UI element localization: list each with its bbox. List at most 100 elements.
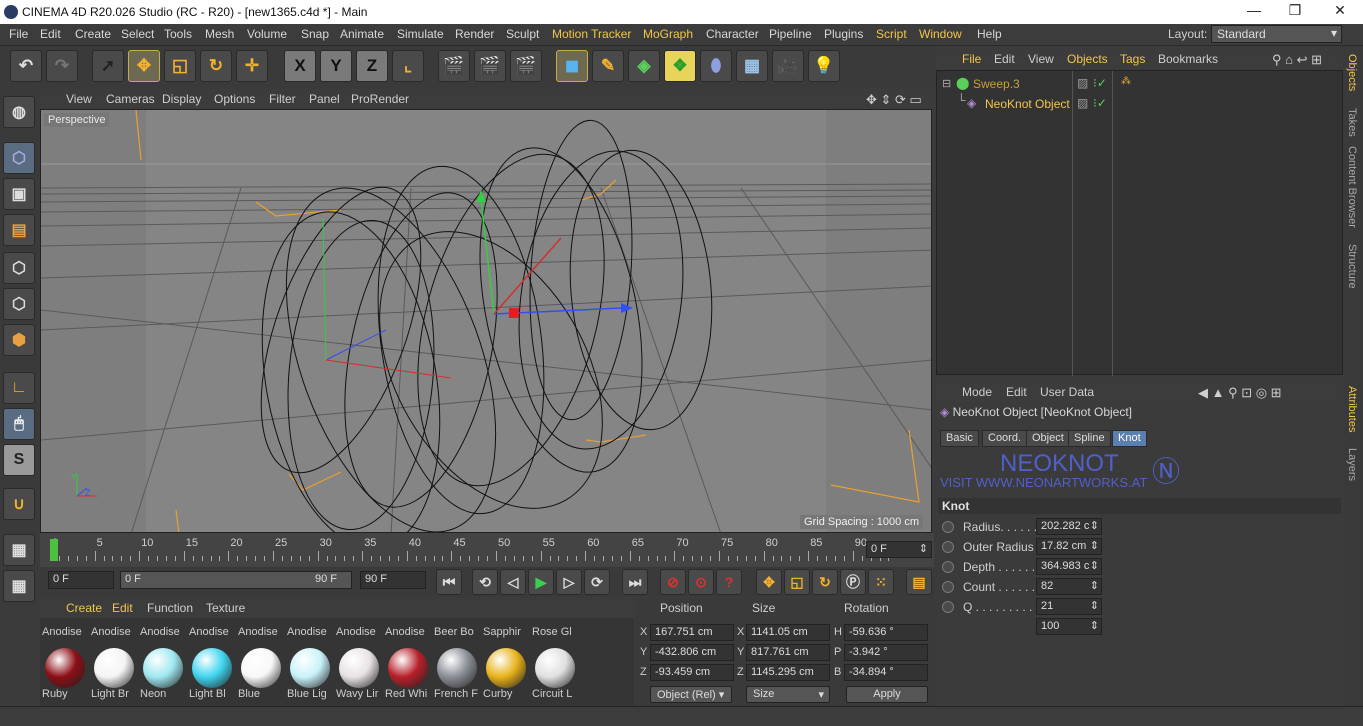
layout-select[interactable]: Standard ▾ xyxy=(1211,25,1342,43)
texture-mode-button[interactable]: ▣ xyxy=(3,178,35,210)
parameter-value-field[interactable]: 17.82 cm ⇕ xyxy=(1036,538,1102,555)
material-swatch[interactable]: Wavy Lir xyxy=(336,646,382,700)
material-swatch-top[interactable]: Rose Gl xyxy=(532,626,578,638)
material-swatch-top[interactable]: Anodise xyxy=(238,626,284,638)
menu-pipeline[interactable]: Pipeline xyxy=(769,27,812,41)
menu-plugins[interactable]: Plugins xyxy=(824,27,863,41)
z-axis-button[interactable]: Z xyxy=(356,50,388,82)
live-selection-button[interactable]: ➚ xyxy=(92,50,124,82)
workplane-lock-button[interactable]: ▦ xyxy=(3,534,35,566)
position-y-field[interactable]: -432.806 cm xyxy=(650,644,734,661)
menu-help[interactable]: Help xyxy=(977,27,1002,41)
y-axis-button[interactable]: Y xyxy=(320,50,352,82)
magnet-button[interactable]: ∪ xyxy=(3,488,35,520)
material-swatch-top[interactable]: Anodise xyxy=(91,626,137,638)
material-swatch[interactable]: Blue xyxy=(238,646,284,700)
timeline-playhead[interactable] xyxy=(50,539,58,561)
parameter-value-field[interactable]: 21 ⇕ xyxy=(1036,598,1102,615)
model-mode-button[interactable]: ⬡ xyxy=(3,142,35,174)
menu-mograph[interactable]: MoGraph xyxy=(643,27,693,41)
attr-menu-mode[interactable]: Mode xyxy=(962,385,992,399)
stepper-icon[interactable]: ⇕ xyxy=(1089,579,1099,592)
menu-simulate[interactable]: Simulate xyxy=(397,27,444,41)
side-tab-layers[interactable]: Layers xyxy=(1346,448,1358,481)
attr-tab-object[interactable]: Object xyxy=(1026,430,1070,447)
object-manager-nav-icons[interactable]: ⚲ ⌂ ↩ ⊞ xyxy=(1272,52,1322,68)
maximize-button[interactable]: ❐ xyxy=(1281,2,1309,19)
stepper-icon[interactable]: ⇕ xyxy=(1089,519,1099,532)
floor-button[interactable]: ▦ xyxy=(736,50,768,82)
render-picture-viewer-button[interactable]: 🎬 xyxy=(474,50,506,82)
size-x-field[interactable]: 1141.05 cm xyxy=(746,624,830,641)
current-frame-field[interactable]: 0 F ⇕ xyxy=(866,541,932,558)
viewport-menu-panel[interactable]: Panel xyxy=(309,92,340,106)
material-swatch[interactable]: Blue Lig xyxy=(287,646,333,700)
stepper-icon[interactable]: ⇕ xyxy=(1089,619,1099,632)
apply-button[interactable]: Apply xyxy=(846,686,928,703)
side-tab-content-browser[interactable]: Content Browser xyxy=(1346,146,1358,228)
animate-radio-icon[interactable] xyxy=(942,581,954,593)
cube-button[interactable]: ◼ xyxy=(556,50,588,82)
rotation-p-field[interactable]: -3.942 ° xyxy=(844,644,928,661)
attr-nav-icons[interactable]: ◀ ▲ ⚲ ⊡ ◎ ⊞ xyxy=(1198,385,1282,401)
rotation-h-field[interactable]: -59.636 ° xyxy=(844,624,928,641)
attr-menu-user-data[interactable]: User Data xyxy=(1040,385,1094,399)
preview-range-slider[interactable]: 0 F 90 F xyxy=(120,571,352,589)
end-frame-field[interactable]: 90 F xyxy=(360,571,426,589)
camera-button[interactable]: 🎥 xyxy=(772,50,804,82)
animate-radio-icon[interactable] xyxy=(942,521,954,533)
workplane-button[interactable]: ▤ xyxy=(3,214,35,246)
menu-sculpt[interactable]: Sculpt xyxy=(506,27,539,41)
move-tool-button[interactable]: ✥ xyxy=(128,50,160,82)
deformer-button[interactable]: ⬮ xyxy=(700,50,732,82)
edges-mode-button[interactable]: ⬡ xyxy=(3,288,35,320)
autokeying-button[interactable]: ⊙ xyxy=(688,569,714,595)
object-menu-objects[interactable]: Objects xyxy=(1067,52,1108,66)
previous-key-button[interactable]: ⟲ xyxy=(472,569,498,595)
timeline[interactable]: 051015202530354045505560657075808590 0 F… xyxy=(40,533,934,567)
minimize-button[interactable]: — xyxy=(1240,2,1268,18)
record-active-objects-button[interactable]: ⊘ xyxy=(660,569,686,595)
render-settings-button[interactable]: 🎬 xyxy=(510,50,542,82)
menu-file[interactable]: File xyxy=(9,27,28,41)
side-tab-takes[interactable]: Takes xyxy=(1346,108,1358,137)
material-swatch-top[interactable]: Anodise xyxy=(336,626,382,638)
material-swatch[interactable]: Neon xyxy=(140,646,186,700)
stepper-icon[interactable]: ⇕ xyxy=(1089,599,1099,612)
material-swatch[interactable]: Curby xyxy=(483,646,529,700)
subdivision-button[interactable]: ◈ xyxy=(628,50,660,82)
material-menu-texture[interactable]: Texture xyxy=(206,601,245,615)
menu-character[interactable]: Character xyxy=(706,27,759,41)
menu-render[interactable]: Render xyxy=(455,27,494,41)
viewport-menu-cameras[interactable]: Cameras xyxy=(106,92,155,106)
parameter-value-field[interactable]: 82 ⇕ xyxy=(1036,578,1102,595)
record-point-level-button[interactable]: ⁙ xyxy=(868,569,894,595)
material-swatch-top[interactable]: Anodise xyxy=(287,626,333,638)
undo-button[interactable]: ↶ xyxy=(10,50,42,82)
attr-tab-basic[interactable]: Basic xyxy=(940,430,979,447)
menu-animate[interactable]: Animate xyxy=(340,27,384,41)
collapse-icon[interactable]: ⊟ xyxy=(942,77,951,90)
object-row-sweep[interactable]: ⊟ ⬤ Sweep.3 ▨ ⁝✓ ⁂ xyxy=(939,75,1342,95)
side-tab-structure[interactable]: Structure xyxy=(1346,244,1358,289)
position-x-field[interactable]: 167.751 cm xyxy=(650,624,734,641)
light-button[interactable]: 💡 xyxy=(808,50,840,82)
object-menu-tags[interactable]: Tags xyxy=(1120,52,1145,66)
viewport-menu-options[interactable]: Options xyxy=(214,92,255,106)
side-tab-attributes[interactable]: Attributes xyxy=(1346,386,1358,432)
material-menu-edit[interactable]: Edit xyxy=(112,601,133,615)
menu-snap[interactable]: Snap xyxy=(301,27,329,41)
polygons-mode-button[interactable]: ⬢ xyxy=(3,324,35,356)
coordinate-system-button[interactable]: ⌞ xyxy=(392,50,424,82)
material-swatch-top[interactable]: Sapphir xyxy=(483,626,529,638)
axis-mode-button[interactable]: ∟ xyxy=(3,372,35,404)
object-menu-edit[interactable]: Edit xyxy=(994,52,1015,66)
points-mode-button[interactable]: ⬡ xyxy=(3,252,35,284)
material-swatch[interactable]: Circuit L xyxy=(532,646,578,700)
menu-window[interactable]: Window xyxy=(919,27,962,41)
material-swatch[interactable]: French F xyxy=(434,646,480,700)
attr-tab-coord[interactable]: Coord. xyxy=(982,430,1028,447)
next-key-button[interactable]: ⟳ xyxy=(584,569,610,595)
side-tab-objects[interactable]: Objects xyxy=(1346,54,1358,91)
go-to-end-button[interactable]: ⏭ xyxy=(622,569,648,595)
